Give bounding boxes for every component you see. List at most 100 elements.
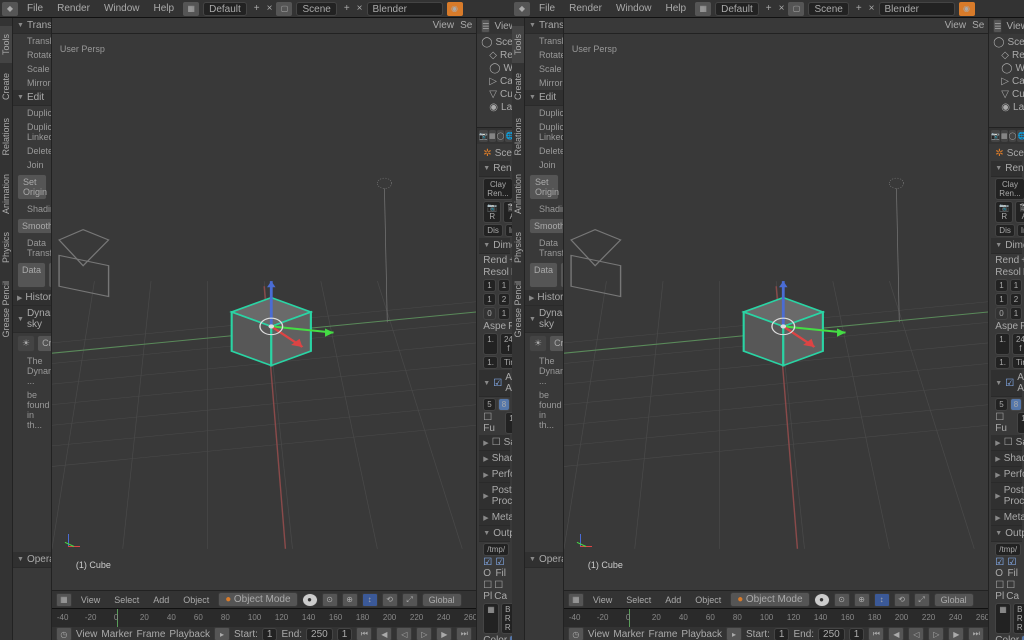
timeline-ruler[interactable]: -40 -20 0 20 40 60 80 100 120 140 160 18… (52, 609, 476, 627)
btn-data[interactable]: Data (17, 262, 46, 288)
layout-selector[interactable]: Default (715, 2, 759, 16)
editor-type-icon[interactable]: ▦ (568, 593, 584, 607)
tl-editor-icon[interactable]: ◷ (568, 627, 584, 640)
tab-scene-icon[interactable]: ◯ (1009, 130, 1017, 142)
pivot-icon[interactable]: ⊙ (834, 593, 850, 607)
renderer-selector[interactable]: Blender Render (367, 2, 443, 16)
panel-aa[interactable]: ☑ Anti-Aliasi (991, 370, 1022, 397)
btn-join[interactable]: Join (525, 158, 563, 172)
btn-translate[interactable]: Translate (13, 34, 51, 48)
ftr-object[interactable]: Object (690, 594, 726, 606)
tab-create[interactable]: Create (0, 65, 12, 108)
out-camera[interactable]: ▷ Camera👁▸📷 (991, 75, 1022, 88)
blender-icon[interactable]: ◆ (2, 2, 18, 16)
menu-window[interactable]: Window (99, 3, 145, 14)
sel-display[interactable]: Dis (483, 224, 503, 237)
btn-rotate[interactable]: Rotate (13, 48, 51, 62)
manipulator-icon[interactable]: ⊕ (854, 593, 870, 607)
panel-shading[interactable]: Shading (991, 451, 1022, 467)
outliner-icon[interactable]: ☰ (993, 19, 1002, 33)
tl-playback[interactable]: Playback (681, 629, 722, 640)
res-x[interactable]: 1 (995, 279, 1007, 292)
out-cube[interactable]: ▽ Cube👁▸📷 (479, 88, 510, 101)
panel-transform[interactable]: Transform (13, 18, 51, 34)
frame-step[interactable]: 1 (1010, 307, 1022, 320)
btn-scale[interactable]: Scale (13, 62, 51, 76)
tl-play-icon[interactable]: ▷ (928, 627, 944, 640)
blender-icon[interactable]: ◆ (514, 2, 530, 16)
panel-dynsky[interactable]: Dynamic sky (525, 306, 563, 333)
panel-shading[interactable]: Shading (479, 451, 510, 467)
ftr-add[interactable]: Add (148, 594, 174, 606)
ftr-select[interactable]: Select (109, 594, 144, 606)
transform-move-icon[interactable]: ↕ (874, 593, 890, 607)
tab-render-icon[interactable]: 📷 (479, 130, 488, 142)
btn-smooth[interactable]: Smooth (529, 218, 564, 234)
panel-output[interactable]: Output (479, 526, 510, 542)
ftr-select[interactable]: Select (621, 594, 656, 606)
panel-post[interactable]: Post Processin (479, 483, 510, 510)
res-x[interactable]: 1 (483, 279, 495, 292)
vp-hdr-sel[interactable]: Se (972, 20, 984, 31)
menu-file[interactable]: File (534, 3, 560, 14)
tl-start[interactable]: 1 (262, 628, 278, 640)
panel-history[interactable]: History (13, 290, 51, 306)
transform-scale-icon[interactable]: ⤢ (914, 593, 930, 607)
ftr-view[interactable]: View (76, 594, 105, 606)
tab-create[interactable]: Create (512, 65, 524, 108)
tab-physics[interactable]: Physics (512, 224, 524, 271)
btn-duplicate[interactable]: Duplicate (525, 106, 563, 120)
tl-start-icon[interactable]: ⏮ (868, 627, 884, 640)
panel-output[interactable]: Output (991, 526, 1022, 542)
layout-close[interactable]: × (267, 3, 273, 14)
menu-render[interactable]: Render (564, 3, 607, 14)
time-remap[interactable]: Time (500, 356, 512, 369)
tl-playback[interactable]: Playback (169, 629, 210, 640)
tl-frame[interactable]: Frame (649, 629, 678, 640)
tl-start-icon[interactable]: ⏮ (356, 627, 372, 640)
out-view[interactable]: View (494, 21, 512, 32)
out-cube[interactable]: ▽ Cube👁▸📷 (991, 88, 1022, 101)
res-pct[interactable]: 0 (483, 307, 495, 320)
pivot-icon[interactable]: ⊙ (322, 593, 338, 607)
btn-scale[interactable]: Scale (525, 62, 563, 76)
layout-selector[interactable]: Default (203, 2, 247, 16)
tl-marker[interactable]: Marker (101, 629, 132, 640)
out-renderlay[interactable]: ◇ RenderLay (991, 49, 1022, 62)
menu-help[interactable]: Help (149, 3, 180, 14)
scene-icon[interactable]: ▢ (788, 2, 804, 16)
tl-editor-icon[interactable]: ◷ (56, 627, 72, 640)
btn-duplicate[interactable]: Duplicate (13, 106, 51, 120)
panel-aa[interactable]: ☑ Anti-Aliasi (479, 370, 510, 397)
renderer-selector[interactable]: Blender Render (879, 2, 955, 16)
tab-relations[interactable]: Relations (0, 110, 12, 164)
tab-physics[interactable]: Physics (0, 224, 12, 271)
viewport-3d[interactable]: User Persp (1) Cube (52, 34, 476, 590)
btn-delete[interactable]: Delete (525, 144, 563, 158)
res-y[interactable]: 1 (995, 293, 1007, 306)
tl-end-icon[interactable]: ⏭ (456, 627, 472, 640)
panel-render[interactable]: Render (479, 161, 510, 177)
menu-render[interactable]: Render (52, 3, 95, 14)
panel-history[interactable]: History (525, 290, 563, 306)
layout-icon[interactable]: ▦ (183, 2, 199, 16)
tl-playrev-icon[interactable]: ◁ (396, 627, 412, 640)
btn-set-origin[interactable]: Set Origin (529, 174, 559, 200)
sel-im[interactable]: Im (505, 224, 512, 237)
tab-relations[interactable]: Relations (512, 110, 524, 164)
btn-join[interactable]: Join (13, 158, 51, 172)
shading-solid-icon[interactable]: ● (814, 593, 830, 607)
transform-scale-icon[interactable]: ⤢ (402, 593, 418, 607)
sel-display[interactable]: Dis (995, 224, 1015, 237)
panel-transform[interactable]: Transform (525, 18, 563, 34)
scene-icon[interactable]: ▢ (276, 2, 292, 16)
tl-marker[interactable]: Marker (613, 629, 644, 640)
btn-delete[interactable]: Delete (13, 144, 51, 158)
scene-selector[interactable]: Scene (296, 2, 336, 16)
mode-selector[interactable]: ● Object Mode (218, 592, 297, 607)
tl-end[interactable]: 250 (306, 628, 333, 640)
tab-tools[interactable]: Tools (512, 26, 524, 63)
tab-world-icon[interactable]: 🌐 (1017, 130, 1024, 142)
tab-tools[interactable]: Tools (0, 26, 12, 63)
ftr-object[interactable]: Object (178, 594, 214, 606)
